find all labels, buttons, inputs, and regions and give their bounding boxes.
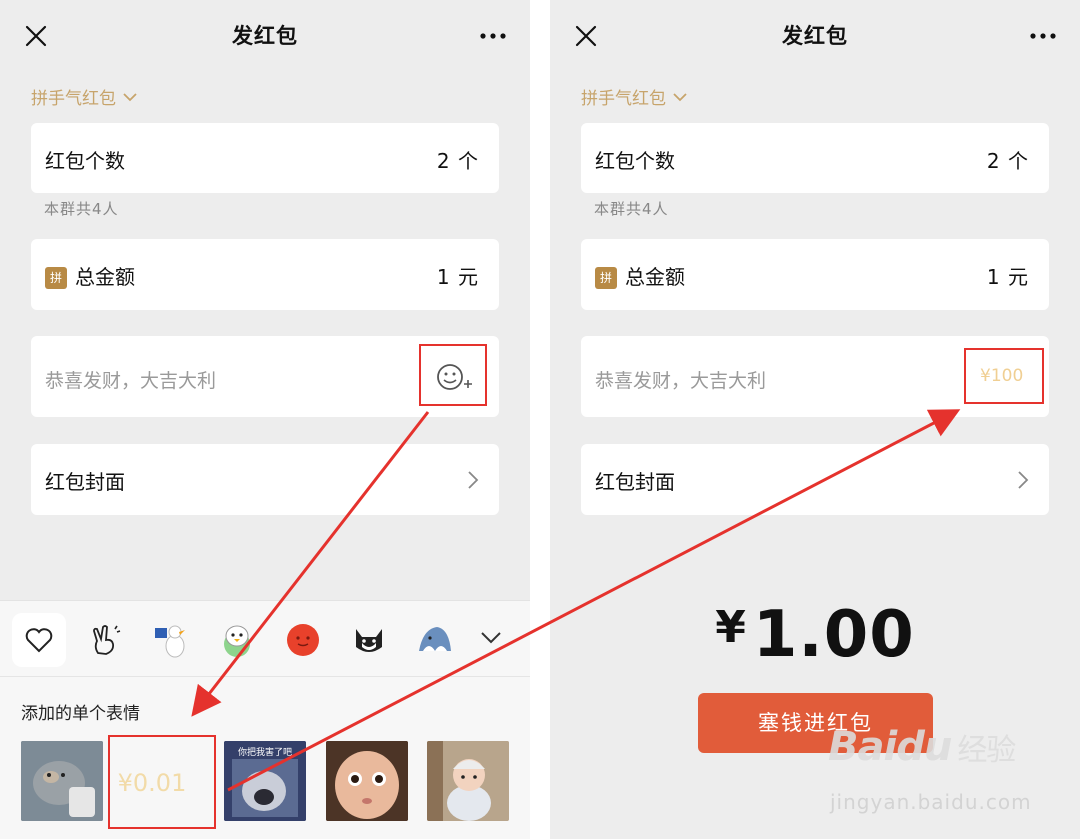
top-bar: 发红包 — [0, 0, 530, 72]
total-amount-row[interactable]: 拼总金额 1 元 — [581, 239, 1049, 310]
chevron-down-icon — [123, 92, 137, 101]
total-amount-value: 1 元 — [436, 265, 479, 289]
sticker-pack-tab-5[interactable] — [408, 613, 462, 667]
chevron-down-icon — [673, 92, 687, 101]
shark-sticker-icon — [419, 627, 451, 651]
victory-hand-icon — [93, 625, 121, 655]
toddler-sticker-image — [427, 741, 509, 821]
chevron-right-icon — [468, 471, 479, 489]
packet-type-label: 拼手气红包 — [581, 89, 666, 109]
emoji-section-title: 添加的单个表情 — [21, 704, 140, 724]
page-title: 发红包 — [782, 24, 848, 48]
toddler-sticker[interactable] — [427, 741, 509, 821]
packet-type-label: 拼手气红包 — [31, 89, 116, 109]
meme-sticker[interactable]: 你把我害了吧 — [224, 741, 306, 821]
packet-cover-row[interactable]: 红包封面 — [31, 444, 499, 515]
chevron-right-icon — [1018, 471, 1029, 489]
heart-icon — [25, 628, 53, 653]
more-icon[interactable] — [1028, 28, 1058, 44]
total-amount-row[interactable]: 拼总金额 1 元 — [31, 239, 499, 310]
cat-sticker[interactable] — [21, 741, 103, 821]
highlight-box — [419, 344, 487, 406]
packet-count-value: 2 个 — [986, 149, 1029, 173]
total-amount-label: 总金额 — [75, 265, 135, 289]
sticker-pack-tab-3[interactable] — [276, 613, 330, 667]
pin-badge-icon: 拼 — [45, 267, 67, 289]
page-title: 发红包 — [232, 24, 298, 48]
victory-hand-tab[interactable] — [78, 613, 132, 667]
duck-sticker-icon — [155, 625, 185, 658]
greeting-placeholder: 恭喜发财，大吉大利 — [595, 370, 767, 392]
greeting-placeholder: 恭喜发财，大吉大利 — [45, 370, 217, 392]
highlight-box — [108, 735, 216, 829]
group-member-hint: 本群共4人 — [44, 200, 119, 218]
currency-symbol: ¥ — [715, 602, 747, 653]
cat-face-sticker-icon — [356, 629, 382, 652]
baidu-logo: Baidu 经验 — [828, 724, 1016, 770]
group-member-hint: 本群共4人 — [594, 200, 669, 218]
total-amount-value: 1 元 — [986, 265, 1029, 289]
sticker-pack-tab-1[interactable] — [144, 613, 198, 667]
left-phone-screen: 发红包 拼手气红包 红包个数 2 个 本群共4人 拼总金额 1 元 恭喜发财，大… — [0, 0, 530, 839]
packet-count-row[interactable]: 红包个数 2 个 — [31, 123, 499, 193]
more-icon[interactable] — [478, 28, 508, 44]
watermark-logo-text: Baidu — [828, 724, 952, 770]
right-phone-screen: 发红包 拼手气红包 红包个数 2 个 本群共4人 拼总金额 1 元 恭喜发财，大… — [550, 0, 1080, 839]
packet-cover-label: 红包封面 — [595, 470, 675, 494]
baby-face-sticker[interactable] — [326, 741, 408, 821]
packet-type-dropdown[interactable]: 拼手气红包 — [31, 84, 138, 109]
total-amount-label: 总金额 — [625, 265, 685, 289]
top-bar: 发红包 — [550, 0, 1080, 72]
packet-cover-label: 红包封面 — [45, 470, 125, 494]
packet-count-label: 红包个数 — [595, 149, 675, 173]
chevron-down-icon[interactable] — [480, 631, 502, 645]
packet-cover-row[interactable]: 红包封面 — [581, 444, 1049, 515]
favorites-tab[interactable] — [12, 613, 66, 667]
pin-badge-icon: 拼 — [595, 267, 617, 289]
emoji-tab-bar — [0, 600, 530, 676]
packet-count-row[interactable]: 红包个数 2 个 — [581, 123, 1049, 193]
cat-sticker-image — [21, 741, 103, 821]
emoji-panel: 添加的单个表情 ¥0.01 你把我害了吧 — [0, 676, 530, 839]
watermark-logo-sub: 经验 — [957, 733, 1016, 768]
packet-type-dropdown[interactable]: 拼手气红包 — [581, 84, 688, 109]
packet-count-value: 2 个 — [436, 149, 479, 173]
red-ball-sticker-icon — [287, 624, 319, 656]
meme-sticker-caption: 你把我害了吧 — [237, 748, 292, 758]
watermark-url: jingyan.baidu.com — [830, 790, 1032, 814]
sticker-pack-tab-4[interactable] — [342, 613, 396, 667]
penguin-sticker-icon — [224, 625, 250, 657]
amount-value: 1.00 — [752, 598, 915, 672]
highlight-box — [964, 348, 1044, 404]
amount-display: ¥1.00 — [550, 598, 1080, 672]
sticker-pack-tab-2[interactable] — [210, 613, 264, 667]
packet-count-label: 红包个数 — [45, 149, 125, 173]
baby-face-sticker-image — [326, 741, 408, 821]
